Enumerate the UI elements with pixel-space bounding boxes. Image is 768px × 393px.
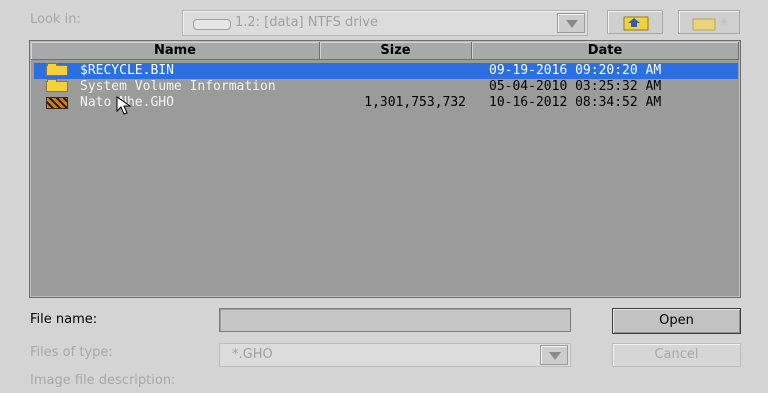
files-of-type-label: Files of type: — [30, 345, 113, 360]
look-in-value: 1.2: [data] NTFS drive — [235, 15, 378, 30]
cancel-button[interactable]: Cancel — [612, 343, 741, 367]
files-of-type-dropdown[interactable]: *.GHO — [219, 343, 571, 367]
column-header-name[interactable]: Name — [31, 42, 320, 60]
new-folder-icon: ✳ — [692, 15, 729, 31]
svg-text:✳: ✳ — [719, 15, 729, 29]
new-folder-button[interactable]: ✳ — [678, 10, 740, 34]
file-row-system-volume-information[interactable]: System Volume Information 05-04-2010 03:… — [34, 79, 738, 95]
up-one-level-icon — [623, 16, 649, 31]
look-in-dropdown[interactable]: 1.2: [data] NTFS drive — [182, 10, 588, 36]
file-date: 05-04-2010 03:25:32 AM — [489, 79, 662, 94]
chevron-down-icon — [549, 352, 561, 360]
ghost-image-icon — [46, 97, 68, 109]
file-size: 1,301,753,732 — [364, 95, 466, 110]
folder-icon — [46, 79, 68, 92]
file-row-recycle-bin[interactable]: $RECYCLE.BIN 09-19-2016 09:20:20 AM — [34, 63, 738, 79]
column-header-size[interactable]: Size — [320, 42, 472, 60]
drive-icon — [193, 19, 231, 30]
open-button[interactable]: Open — [612, 308, 741, 334]
file-name: System Volume Information — [80, 79, 276, 94]
file-name-input[interactable] — [219, 308, 571, 332]
file-name: $RECYCLE.BIN — [80, 63, 174, 78]
file-list[interactable]: Name Size Date $RECYCLE.BIN 09-19-2016 0… — [29, 40, 741, 298]
file-date: 10-16-2012 08:34:52 AM — [489, 95, 662, 110]
files-of-type-dropdown-button[interactable] — [540, 345, 568, 365]
file-date: 09-19-2016 09:20:20 AM — [489, 63, 662, 78]
image-file-description-label: Image file description: — [30, 373, 176, 388]
look-in-dropdown-button[interactable] — [557, 13, 585, 33]
mouse-pointer-icon — [116, 96, 132, 115]
file-name-label: File name: — [30, 312, 98, 327]
look-in-label: Look in: — [30, 12, 81, 27]
up-one-level-button[interactable] — [607, 10, 663, 34]
chevron-down-icon — [566, 20, 578, 28]
column-header-date[interactable]: Date — [472, 42, 739, 60]
files-of-type-value: *.GHO — [232, 347, 273, 362]
folder-icon — [46, 63, 68, 76]
